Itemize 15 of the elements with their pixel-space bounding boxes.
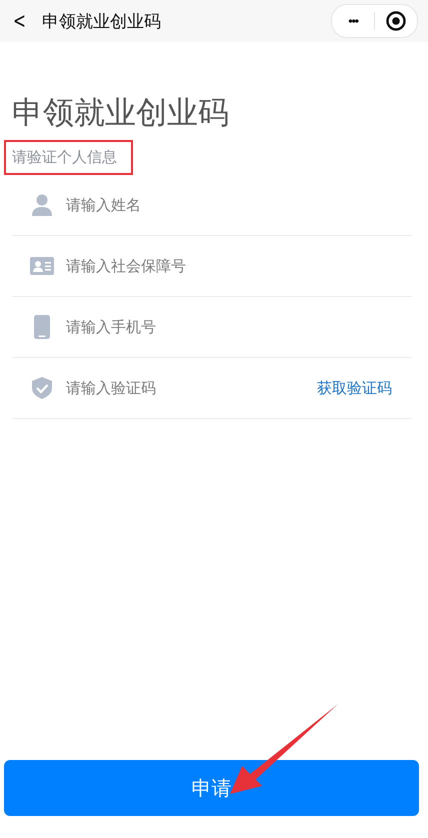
page-title: 申领就业创业码 (42, 10, 162, 32)
more-button[interactable]: ••• (342, 14, 364, 28)
person-icon (30, 194, 54, 216)
form-subtitle: 请验证个人信息 (12, 148, 117, 167)
input-field[interactable]: 请输入验证码 (64, 378, 317, 398)
submit-button[interactable]: 申请 (4, 760, 419, 816)
id-card-icon (30, 257, 54, 275)
close-icon[interactable] (385, 10, 407, 32)
form-heading: 申领就业创业码 (12, 94, 229, 133)
shield-check-icon (30, 377, 54, 399)
input-field[interactable]: 请输入手机号 (64, 317, 412, 337)
input-field[interactable]: 请输入姓名 (64, 195, 412, 215)
get-code-link[interactable]: 获取验证码 (317, 378, 392, 398)
back-button[interactable]: < (4, 8, 28, 34)
input-field[interactable]: 请输入社会保障号 (64, 256, 412, 276)
